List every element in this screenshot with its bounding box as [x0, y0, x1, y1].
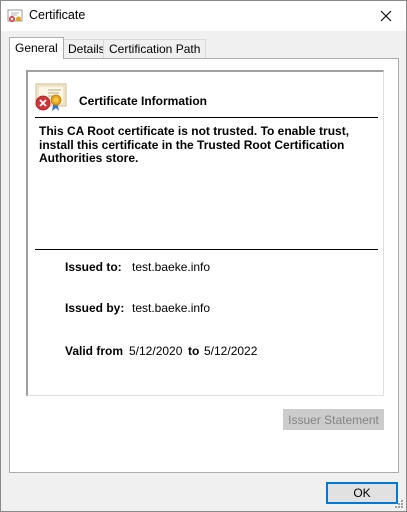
issued-by-value: test.baeke.info [132, 301, 211, 315]
title-bar: Certificate [1, 1, 406, 31]
close-button[interactable] [366, 1, 406, 31]
resize-grip-icon[interactable] [394, 499, 404, 509]
ok-button[interactable]: OK [326, 482, 398, 504]
window-title: Certificate [29, 8, 86, 22]
tab-general[interactable]: General [9, 37, 64, 59]
certificate-information-heading: Certificate Information [79, 94, 208, 108]
close-icon [380, 10, 392, 22]
issued-to-label: Issued to: [65, 260, 122, 274]
valid-from-label: Valid from [65, 344, 124, 358]
valid-to-label: to [188, 344, 200, 358]
certificate-information-box: Certificate Information This CA Root cer… [26, 70, 384, 396]
issuer-statement-button[interactable]: Issuer Statement [283, 409, 384, 430]
issued-to-value: test.baeke.info [132, 260, 211, 274]
certificate-untrusted-icon [35, 83, 67, 111]
valid-to-value: 5/12/2022 [204, 344, 258, 358]
divider-top [35, 117, 378, 118]
general-tab-panel: Certificate Information This CA Root cer… [9, 58, 399, 473]
certificate-dialog: Certificate General Details Certificatio… [0, 0, 407, 512]
issued-by-label: Issued by: [65, 301, 125, 315]
certificate-icon [7, 9, 23, 22]
untrusted-warning-text: This CA Root certificate is not trusted.… [39, 124, 350, 165]
valid-from-value: 5/12/2020 [129, 344, 183, 358]
tab-certification-path[interactable]: Certification Path [103, 39, 207, 58]
divider-bottom [35, 249, 378, 250]
